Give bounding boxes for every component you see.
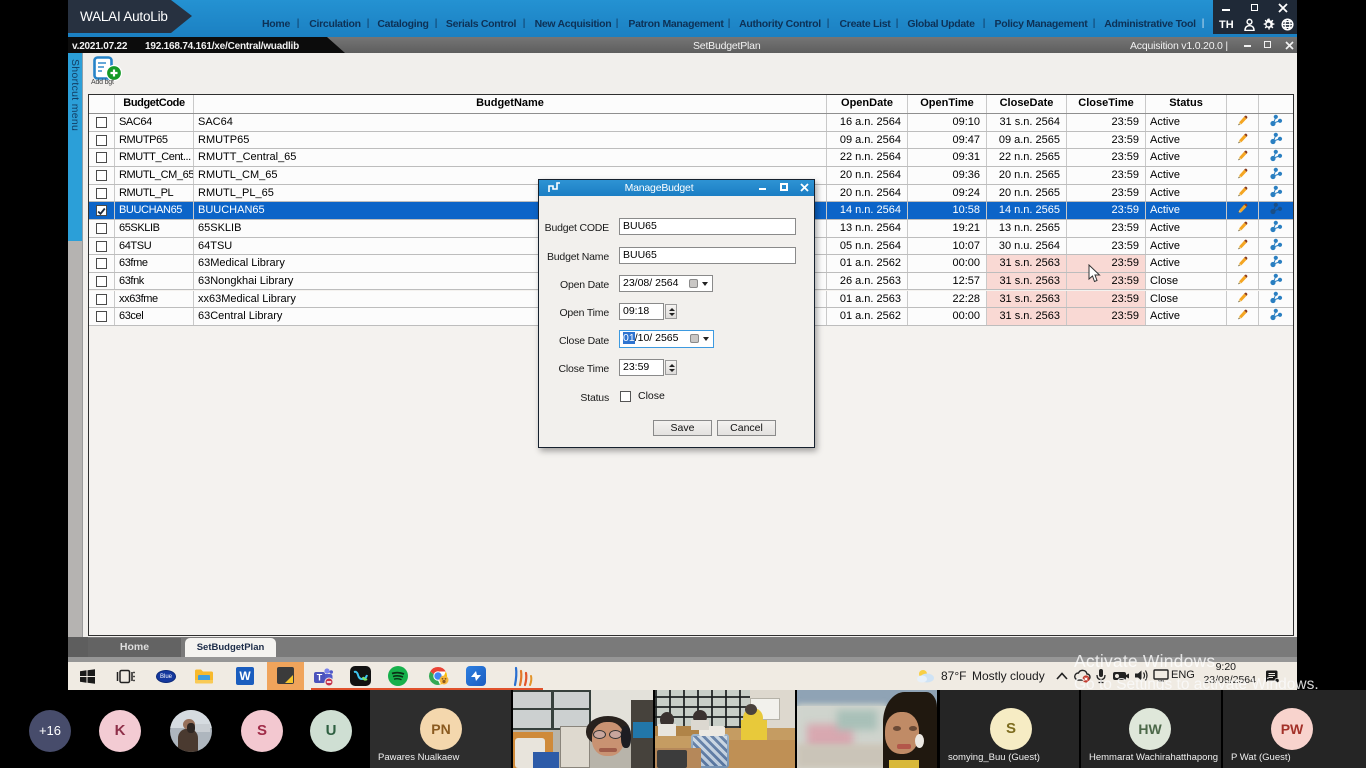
svg-text:T: T <box>317 673 323 683</box>
